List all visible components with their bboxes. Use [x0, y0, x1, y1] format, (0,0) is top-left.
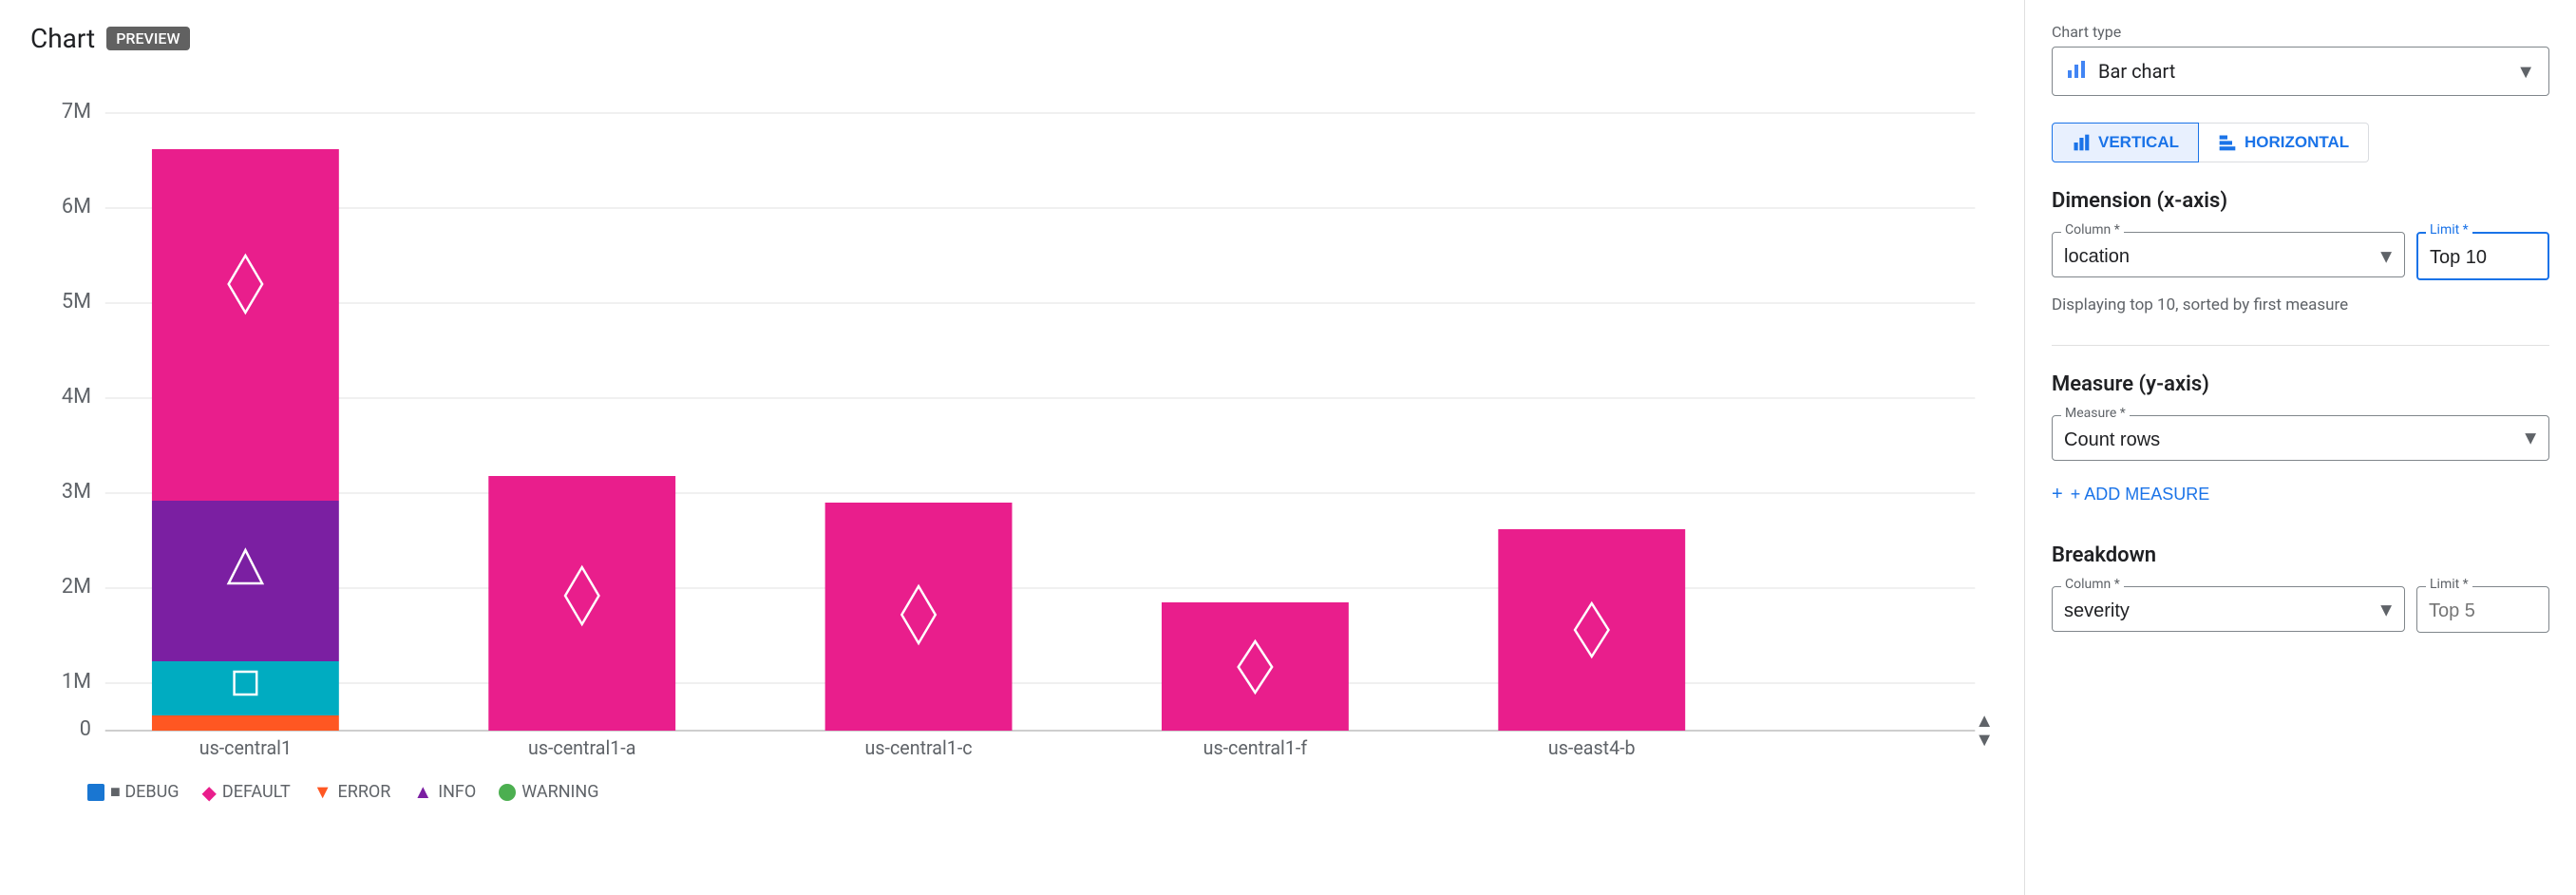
dimension-limit-input[interactable] [2416, 232, 2549, 280]
horizontal-label: HORIZONTAL [2245, 133, 2349, 152]
legend-icon-error: ▼ [313, 780, 332, 804]
vertical-orientation-button[interactable]: VERTICAL [2052, 123, 2199, 162]
svg-text:us-central1-c: us-central1-c [865, 737, 973, 759]
legend-label-debug: ■ DEBUG [110, 782, 180, 802]
breakdown-section: Breakdown Column * severity ▼ Limit * [2052, 543, 2549, 633]
chart-svg: 0 1M 2M 3M 4M 5M 6M 7M [30, 85, 1994, 769]
legend-label-error: ERROR [338, 782, 391, 802]
measure-wrapper: Measure * Count rows ▼ [2052, 415, 2549, 461]
dimension-helper-text: Displaying top 10, sorted by first measu… [2052, 295, 2549, 314]
legend-info: ▲ INFO [413, 780, 476, 804]
legend-color-debug [87, 784, 104, 801]
add-measure-button[interactable]: + + ADD MEASURE [2052, 476, 2209, 513]
measure-label: Measure * [2061, 406, 2130, 421]
svg-text:us-east4-b: us-east4-b [1548, 737, 1636, 759]
legend-icon-default: ◆ [202, 781, 217, 804]
breakdown-title: Breakdown [2052, 543, 2549, 567]
preview-badge: PREVIEW [106, 27, 189, 50]
dimension-column-label: Column * [2061, 222, 2124, 238]
breakdown-limit-label: Limit * [2426, 577, 2472, 592]
dimension-title: Dimension (x-axis) [2052, 189, 2549, 213]
legend-error: ▼ ERROR [313, 780, 391, 804]
breakdown-limit-input[interactable] [2416, 586, 2549, 633]
measure-title: Measure (y-axis) [2052, 372, 2549, 396]
legend-warning: WARNING [499, 782, 598, 802]
horizontal-orientation-button[interactable]: HORIZONTAL [2199, 123, 2369, 162]
chart-area: Chart PREVIEW 0 1M 2M 3M 4M 5M [0, 0, 2025, 895]
add-measure-label: + ADD MEASURE [2071, 485, 2210, 505]
svg-text:us-central1: us-central1 [199, 737, 292, 759]
measure-section: Measure (y-axis) Measure * Count rows ▼ … [2052, 372, 2549, 513]
dimension-column-wrapper: Column * location ▼ [2052, 232, 2405, 280]
right-panel: Chart type Bar chart ▼ [2025, 0, 2576, 895]
dimension-section: Dimension (x-axis) Column * location ▼ L… [2052, 189, 2549, 314]
vertical-label: VERTICAL [2098, 133, 2179, 152]
chart-type-select-wrapper[interactable]: Bar chart ▼ [2052, 47, 2549, 96]
svg-text:4M: 4M [62, 385, 91, 409]
bar-chart-icon [2066, 57, 2089, 86]
breakdown-column-select[interactable]: severity [2052, 586, 2405, 632]
svg-text:us-central1-f: us-central1-f [1203, 737, 1308, 759]
chart-container: 0 1M 2M 3M 4M 5M 6M 7M [30, 85, 1994, 826]
add-measure-plus-icon: + [2052, 484, 2063, 505]
svg-text:2M: 2M [62, 575, 91, 599]
scroll-down-button[interactable]: ▼ [1975, 731, 1994, 750]
svg-text:6M: 6M [62, 195, 91, 219]
svg-text:1M: 1M [62, 670, 91, 694]
chart-type-value: Bar chart [2098, 60, 2507, 83]
chart-type-section: Chart type Bar chart ▼ [2052, 23, 2549, 96]
legend-icon-info: ▲ [413, 780, 432, 804]
scroll-up-button[interactable]: ▲ [1975, 712, 1994, 731]
breakdown-limit-wrapper: Limit * [2416, 586, 2549, 633]
dimension-column-select[interactable]: location [2052, 232, 2405, 277]
svg-text:3M: 3M [62, 480, 91, 504]
legend-label-warning: WARNING [521, 782, 598, 802]
chart-type-dropdown-icon: ▼ [2516, 60, 2535, 84]
chart-type-label: Chart type [2052, 23, 2549, 41]
legend-default: ◆ DEFAULT [202, 781, 291, 804]
svg-text:us-central1-a: us-central1-a [528, 737, 635, 759]
svg-text:7M: 7M [62, 100, 91, 124]
breakdown-column-label: Column * [2061, 577, 2124, 592]
divider [2052, 345, 2549, 346]
svg-text:5M: 5M [62, 290, 91, 314]
dimension-limit-wrapper: Limit * [2416, 232, 2549, 280]
orientation-buttons: VERTICAL HORIZONTAL [2052, 123, 2549, 162]
legend-label-default: DEFAULT [222, 782, 291, 802]
legend-area: ■ DEBUG ◆ DEFAULT ▼ ERROR ▲ INFO WARNING [30, 780, 1994, 804]
legend-label-info: INFO [438, 782, 476, 802]
breakdown-column-wrapper: Column * severity ▼ [2052, 586, 2405, 633]
dimension-limit-label: Limit * [2426, 222, 2472, 238]
svg-text:0: 0 [80, 717, 91, 741]
measure-select[interactable]: Count rows [2052, 415, 2549, 461]
legend-color-warning [499, 784, 516, 801]
legend-debug: ■ DEBUG [87, 782, 180, 802]
chart-title: Chart [30, 23, 95, 54]
